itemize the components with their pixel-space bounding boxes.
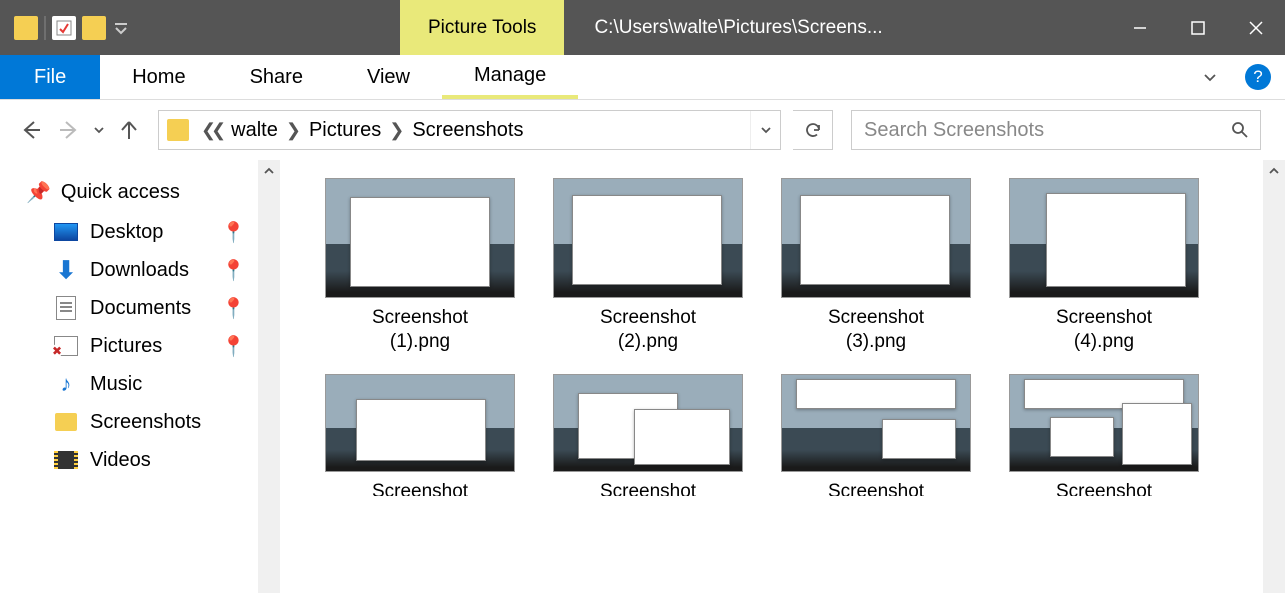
ribbon-tabs: File Home Share View Manage ?: [0, 55, 1285, 100]
minimize-button[interactable]: [1111, 0, 1169, 55]
address-folder-icon: [167, 119, 189, 141]
titlebar: Picture Tools C:\Users\walte\Pictures\Sc…: [0, 0, 1285, 55]
chevron-right-icon[interactable]: ❯: [286, 120, 301, 141]
ribbon-tab-share[interactable]: Share: [218, 55, 335, 99]
file-thumbnail: [553, 374, 743, 472]
address-history-dropdown[interactable]: [750, 111, 780, 149]
address-bar[interactable]: ❮❮ walte ❯ Pictures ❯ Screenshots: [158, 110, 781, 150]
file-label: Screenshot (4).png: [1056, 298, 1152, 354]
pictures-icon: [54, 334, 78, 358]
desktop-icon: [54, 220, 78, 244]
file-item[interactable]: Screenshot: [538, 374, 758, 496]
breadcrumb-screenshots[interactable]: Screenshots: [406, 119, 529, 142]
chevron-right-icon[interactable]: ❯: [389, 120, 404, 141]
file-thumbnail: [325, 374, 515, 472]
nav-item-desktop[interactable]: Desktop 📍: [16, 213, 280, 251]
chevron-left-icon[interactable]: ❮❮: [201, 120, 221, 141]
qat-folder-icon[interactable]: [14, 16, 38, 40]
quick-access-header[interactable]: 📌 Quick access: [16, 174, 280, 213]
file-thumbnail: [781, 178, 971, 298]
file-label: Screenshot: [1056, 472, 1152, 496]
nav-item-screenshots[interactable]: Screenshots: [16, 403, 280, 441]
ribbon-tab-home[interactable]: Home: [100, 55, 217, 99]
star-icon: 📌: [26, 180, 51, 205]
nav-row: ❮❮ walte ❯ Pictures ❯ Screenshots: [0, 100, 1285, 160]
nav-item-label: Pictures: [90, 335, 162, 358]
file-thumbnail: [1009, 374, 1199, 472]
window-controls: [1111, 0, 1285, 55]
nav-item-label: Music: [90, 373, 142, 396]
search-input[interactable]: [852, 119, 1220, 142]
pin-icon: 📍: [221, 334, 246, 359]
file-item[interactable]: Screenshot (1).png: [310, 178, 530, 354]
navigation-pane: 📌 Quick access Desktop 📍 ⬇ Downloads 📍 D…: [0, 160, 280, 593]
quick-access-label: Quick access: [61, 181, 180, 204]
breadcrumb-pictures[interactable]: Pictures: [303, 119, 387, 142]
nav-item-label: Documents: [90, 297, 191, 320]
music-icon: ♪: [54, 372, 78, 396]
file-item[interactable]: Screenshot (3).png: [766, 178, 986, 354]
ribbon-expand-button[interactable]: [1189, 55, 1231, 99]
search-box[interactable]: [851, 110, 1261, 150]
quick-access-toolbar: [0, 0, 140, 55]
nav-item-label: Videos: [90, 449, 151, 472]
file-thumbnail: [1009, 178, 1199, 298]
refresh-button[interactable]: [793, 110, 833, 150]
qat-divider: [44, 16, 46, 40]
pin-icon: 📍: [221, 258, 246, 283]
file-label: Screenshot (3).png: [828, 298, 924, 354]
file-label: Screenshot: [828, 472, 924, 496]
content-scrollbar[interactable]: [1263, 160, 1285, 593]
nav-item-label: Screenshots: [90, 411, 201, 434]
scroll-up-icon[interactable]: [1267, 164, 1281, 178]
file-label: Screenshot: [600, 472, 696, 496]
nav-item-music[interactable]: ♪ Music: [16, 365, 280, 403]
qat-new-folder-button[interactable]: [82, 16, 106, 40]
navpane-scrollbar[interactable]: [258, 160, 280, 593]
nav-item-documents[interactable]: Documents 📍: [16, 289, 280, 327]
file-item[interactable]: Screenshot: [310, 374, 530, 496]
content-area: Screenshot (1).png Screenshot (2).png Sc…: [280, 160, 1285, 593]
file-label: Screenshot (2).png: [600, 298, 696, 354]
nav-item-downloads[interactable]: ⬇ Downloads 📍: [16, 251, 280, 289]
nav-item-pictures[interactable]: Pictures 📍: [16, 327, 280, 365]
context-tool-header: Picture Tools: [400, 0, 564, 55]
nav-item-videos[interactable]: Videos: [16, 441, 280, 479]
file-item[interactable]: Screenshot (2).png: [538, 178, 758, 354]
file-thumbnail: [553, 178, 743, 298]
qat-properties-button[interactable]: [52, 16, 76, 40]
file-item[interactable]: Screenshot: [994, 374, 1214, 496]
file-thumbnail: [325, 178, 515, 298]
file-item[interactable]: Screenshot: [766, 374, 986, 496]
recent-locations-dropdown[interactable]: [90, 123, 108, 137]
videos-icon: [54, 448, 78, 472]
breadcrumb-walte[interactable]: walte: [225, 119, 284, 142]
maximize-button[interactable]: [1169, 0, 1227, 55]
nav-item-label: Downloads: [90, 259, 189, 282]
file-thumbnail: [781, 374, 971, 472]
back-button[interactable]: [14, 113, 48, 147]
downloads-icon: ⬇: [54, 258, 78, 282]
nav-item-label: Desktop: [90, 221, 163, 244]
qat-customize-dropdown[interactable]: [112, 19, 130, 37]
scroll-up-icon[interactable]: [262, 164, 276, 178]
file-item[interactable]: Screenshot (4).png: [994, 178, 1214, 354]
window-title: C:\Users\walte\Pictures\Screens...: [564, 0, 1111, 55]
pin-icon: 📍: [221, 220, 246, 245]
documents-icon: [54, 296, 78, 320]
file-label: Screenshot (1).png: [372, 298, 468, 354]
ribbon-file-tab[interactable]: File: [0, 55, 100, 99]
folder-icon: [54, 410, 78, 434]
file-label: Screenshot: [372, 472, 468, 496]
close-button[interactable]: [1227, 0, 1285, 55]
help-button[interactable]: ?: [1245, 64, 1271, 90]
search-icon[interactable]: [1220, 110, 1260, 150]
ribbon-tab-view[interactable]: View: [335, 55, 442, 99]
forward-button[interactable]: [52, 113, 86, 147]
up-button[interactable]: [112, 113, 146, 147]
pin-icon: 📍: [221, 296, 246, 321]
ribbon-tab-manage[interactable]: Manage: [442, 64, 578, 87]
